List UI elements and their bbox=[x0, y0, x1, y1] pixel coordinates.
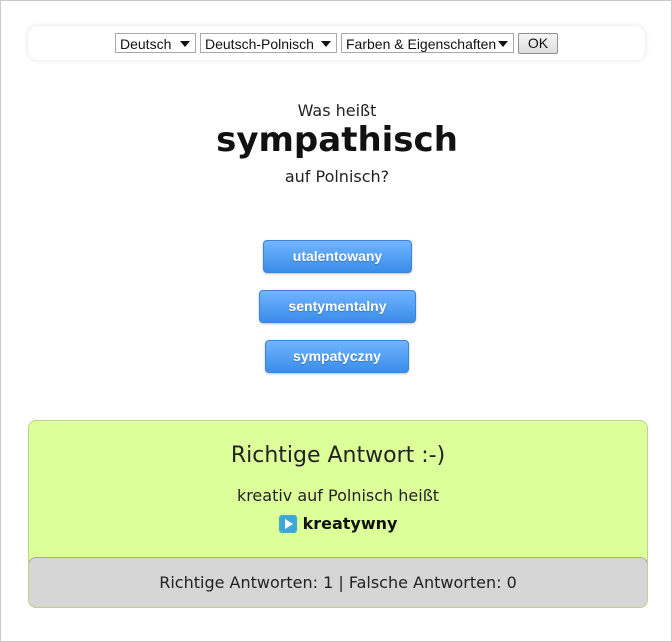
language-select-value: Deutsch bbox=[120, 36, 172, 52]
result-answer-word: kreatywny bbox=[302, 514, 398, 533]
app-frame: Deutsch Deutsch-Polnisch Farben & Eigens… bbox=[0, 0, 672, 642]
chevron-down-icon bbox=[180, 41, 190, 47]
score-stats: Richtige Antworten: 1 | Falsche Antworte… bbox=[29, 557, 647, 607]
language-pair-select[interactable]: Deutsch-Polnisch bbox=[200, 33, 337, 53]
category-select[interactable]: Farben & Eigenschaften bbox=[341, 33, 514, 53]
language-pair-select-value: Deutsch-Polnisch bbox=[205, 36, 314, 52]
chevron-down-icon bbox=[321, 41, 331, 47]
chevron-down-icon bbox=[498, 41, 508, 47]
result-title: Richtige Antwort :-) bbox=[230, 443, 446, 468]
category-select-value: Farben & Eigenschaften bbox=[346, 36, 497, 52]
settings-toolbar: Deutsch Deutsch-Polnisch Farben & Eigens… bbox=[28, 26, 645, 60]
answer-button-2[interactable]: sentymentalny bbox=[259, 290, 416, 323]
answer-button-1[interactable]: utalentowany bbox=[263, 240, 412, 273]
ok-button[interactable]: OK bbox=[518, 32, 558, 54]
language-select[interactable]: Deutsch bbox=[115, 33, 196, 53]
result-explanation: kreativ auf Polnisch heißt bbox=[236, 486, 440, 505]
question-suffix: auf Polnisch? bbox=[284, 167, 390, 186]
question-word: sympathisch bbox=[216, 120, 458, 160]
answer-button-3[interactable]: sympatyczny bbox=[265, 340, 409, 373]
play-icon[interactable] bbox=[278, 514, 297, 533]
question-prefix: Was heißt bbox=[297, 101, 377, 120]
result-answer: kreatywny bbox=[29, 514, 647, 533]
result-panel: Richtige Antwort :-) kreativ auf Polnisc… bbox=[28, 420, 648, 608]
